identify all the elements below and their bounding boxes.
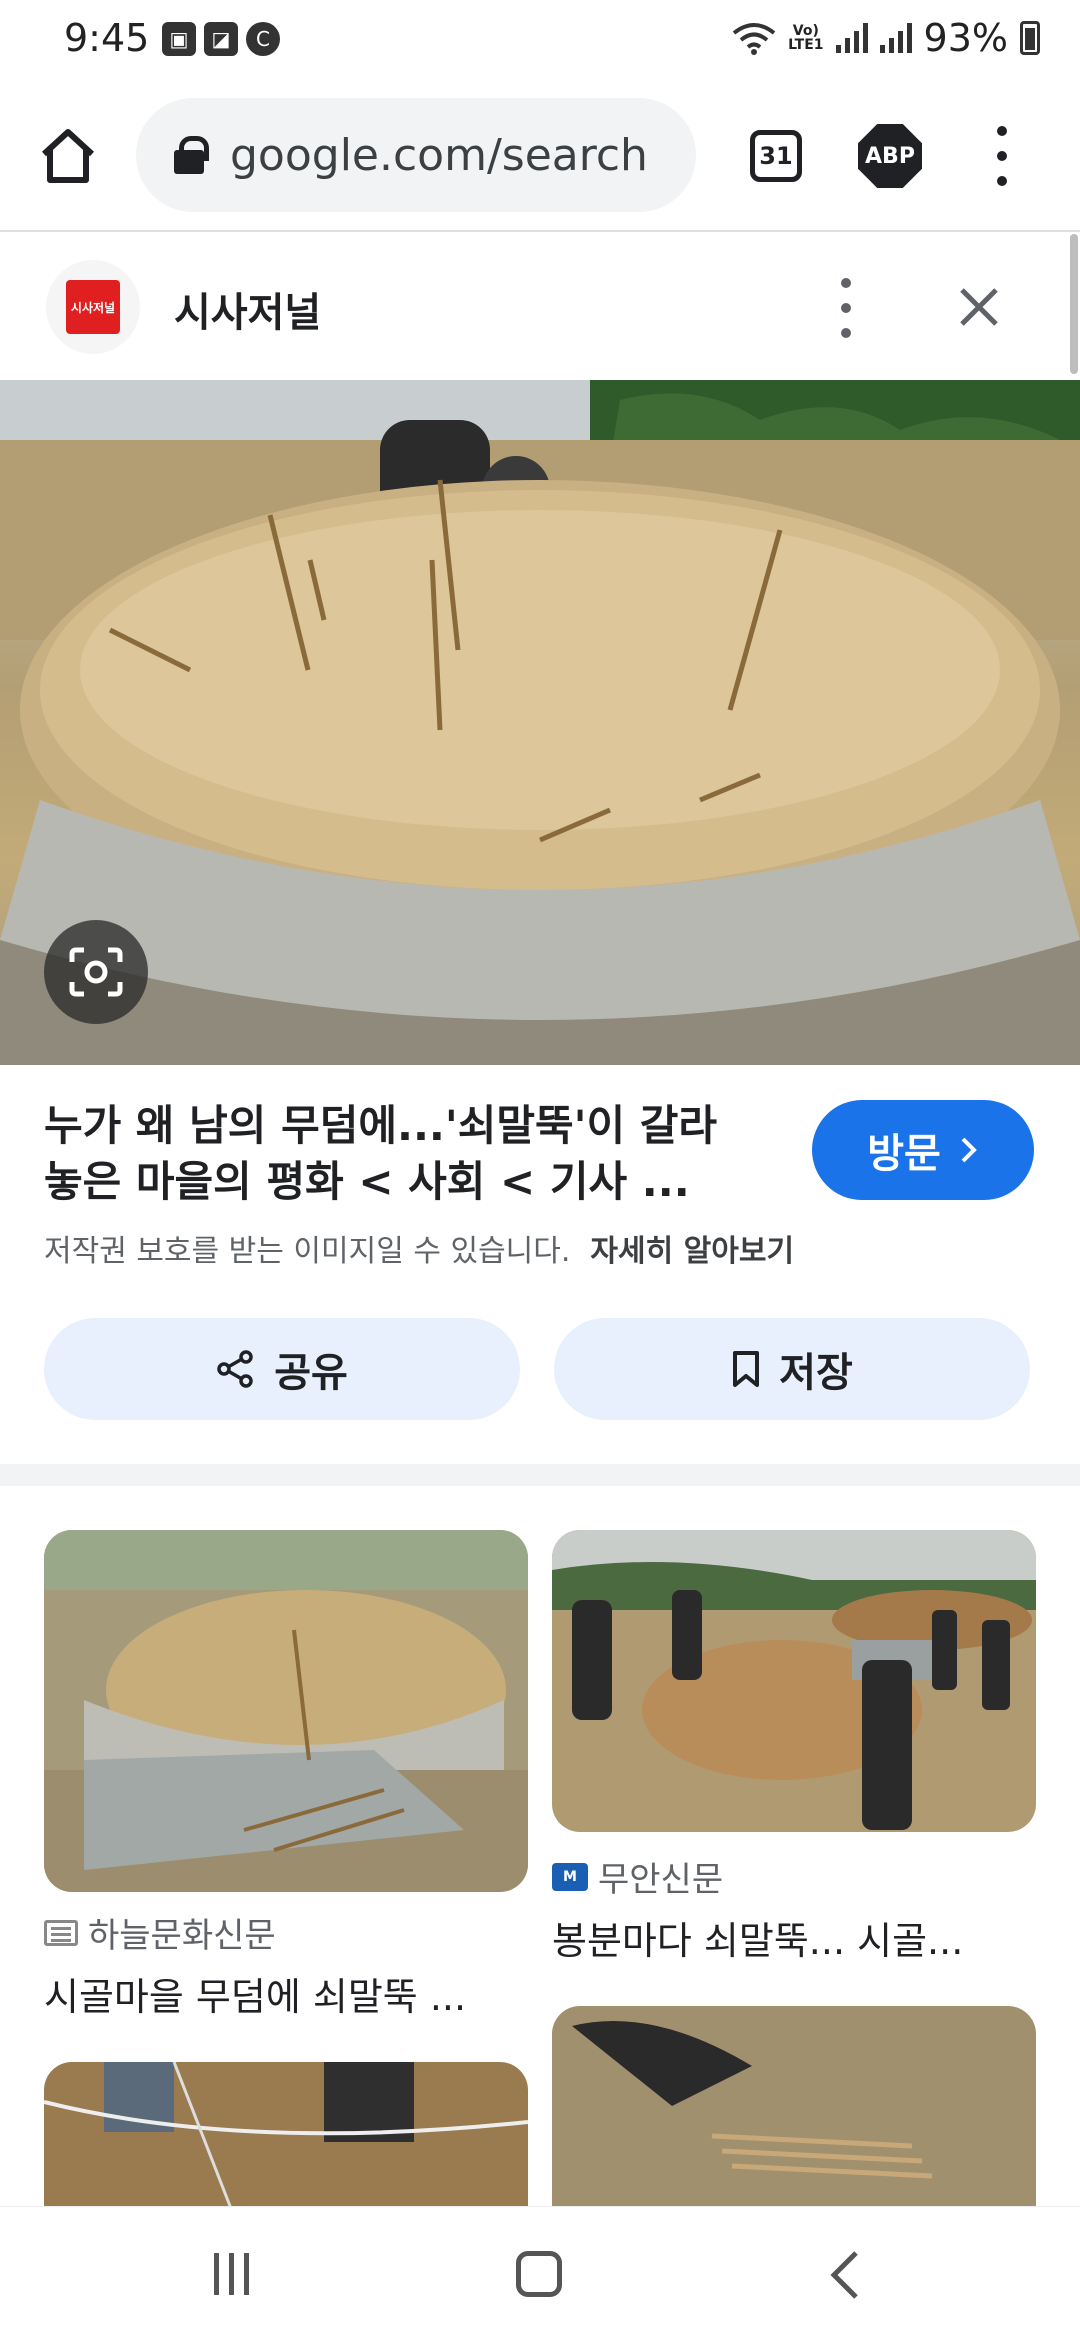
recents-bar-icon <box>229 2253 234 2295</box>
gallery-notification-icon: ▣ <box>162 22 196 56</box>
bookmark-icon <box>733 1351 760 1387</box>
battery-icon <box>1020 21 1040 55</box>
more-dot-icon <box>841 278 851 288</box>
muan-news-icon: M <box>552 1862 588 1891</box>
network-type: LTE1 <box>788 37 824 53</box>
related-title[interactable]: 봉분마다 쇠말뚝... 시골... <box>552 1910 963 1965</box>
learn-more-link[interactable]: 자세히 알아보기 <box>590 1234 794 1269</box>
more-options-button[interactable] <box>826 278 866 338</box>
status-bar: 9:45 ▣ ◪ C Vo) LTE1 93% <box>0 0 1080 80</box>
status-time: 9:45 <box>64 16 150 60</box>
related-source-name: 무안신문 <box>598 1860 724 1900</box>
save-button[interactable]: 저장 <box>554 1318 1030 1420</box>
menu-dot-icon <box>997 126 1007 136</box>
menu-dot-icon <box>997 151 1007 161</box>
back-icon[interactable] <box>826 2247 866 2303</box>
c-notification-icon: C <box>246 22 280 56</box>
google-lens-button[interactable] <box>44 920 148 1024</box>
visit-button[interactable]: 방문 <box>812 1100 1034 1200</box>
more-dot-icon <box>841 303 851 313</box>
related-photo-2 <box>552 1530 1036 1832</box>
tab-switcher-button[interactable]: 31 <box>750 130 802 182</box>
lock-icon <box>174 136 209 174</box>
adblock-button[interactable]: ABP <box>858 124 922 188</box>
related-thumbnail[interactable] <box>44 1530 528 1892</box>
url-text: google.com/search <box>230 129 648 181</box>
source-name: 시사저널 <box>174 290 322 336</box>
visit-label: 방문 <box>867 1131 941 1177</box>
related-source: M 무안신문 <box>552 1852 723 1901</box>
source-logo: 시사저널 <box>46 260 140 354</box>
result-title-line1: 누가 왜 남의 무덤에...'쇠말뚝'이 갈라 <box>44 1101 718 1150</box>
result-title-line2: 놓은 마을의 평화 < 사회 < 기사 ... <box>44 1157 690 1206</box>
grave-mound-photo <box>0 380 1080 1065</box>
recents-bar-icon <box>214 2253 219 2295</box>
scrollbar[interactable] <box>1070 234 1078 374</box>
share-label: 공유 <box>274 1350 348 1396</box>
related-source: 하늘문화신문 <box>44 1908 276 1957</box>
source-logo-mark: 시사저널 <box>66 280 120 334</box>
news-icon <box>44 1919 78 1946</box>
status-right: Vo) LTE1 93% <box>732 16 1040 60</box>
result-title[interactable]: 누가 왜 남의 무덤에...'쇠말뚝'이 갈라 놓은 마을의 평화 < 사회 <… <box>44 1098 784 1210</box>
more-dot-icon <box>841 328 851 338</box>
system-nav-bar <box>0 2206 1080 2340</box>
share-button[interactable]: 공유 <box>44 1318 520 1420</box>
hero-image[interactable] <box>0 380 1080 1065</box>
address-bar[interactable]: google.com/search <box>136 98 696 212</box>
related-title[interactable]: 시골마을 무덤에 쇠말뚝 ... <box>44 1966 466 2021</box>
note-notification-icon: ◪ <box>204 22 238 56</box>
recents-bar-icon <box>244 2253 249 2295</box>
lens-icon <box>69 947 123 997</box>
wifi-icon <box>732 23 776 55</box>
copyright-notice: 저작권 보호를 받는 이미지일 수 있습니다. 자세히 알아보기 <box>44 1226 794 1270</box>
image-source-header: 시사저널 시사저널 <box>0 234 1080 380</box>
volte-indicator: Vo) LTE1 <box>788 23 824 53</box>
system-home-button[interactable] <box>516 2251 562 2297</box>
recent-apps-button[interactable] <box>214 2253 249 2295</box>
menu-dot-icon <box>997 176 1007 186</box>
browser-menu-button[interactable] <box>982 126 1022 186</box>
related-thumbnail[interactable] <box>552 1530 1036 1832</box>
home-icon[interactable] <box>36 124 100 188</box>
signal-1-icon <box>835 23 868 53</box>
notification-icons: ▣ ◪ C <box>162 22 280 56</box>
close-icon[interactable] <box>954 282 1004 332</box>
section-divider <box>0 1464 1080 1486</box>
signal-2-icon <box>879 23 912 53</box>
save-label: 저장 <box>779 1350 853 1396</box>
battery-percent: 93% <box>923 16 1008 60</box>
browser-toolbar: google.com/search 31 ABP <box>0 80 1080 232</box>
related-source-name: 하늘문화신문 <box>88 1916 276 1956</box>
share-icon <box>217 1350 253 1388</box>
copyright-text: 저작권 보호를 받는 이미지일 수 있습니다. <box>44 1234 571 1269</box>
chevron-right-icon <box>961 1137 977 1163</box>
related-photo-1 <box>44 1530 528 1892</box>
